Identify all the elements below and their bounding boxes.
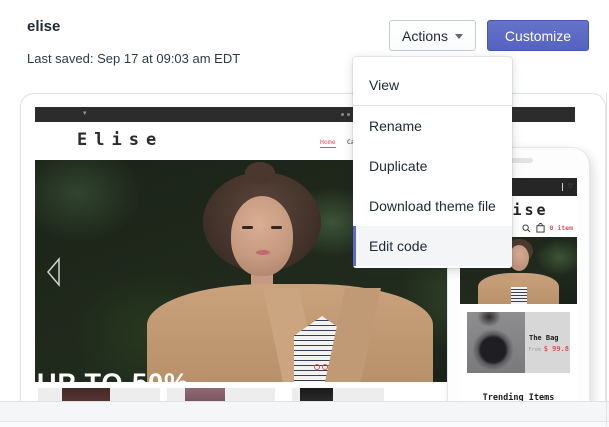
hero-woman-eye: [271, 226, 282, 229]
hero-woman-eye: [242, 226, 253, 229]
next-section-background: [0, 422, 609, 427]
menu-item-view[interactable]: View: [353, 65, 512, 105]
menu-item-edit-code[interactable]: Edit code: [353, 226, 512, 266]
hero-banner-text: UP TO 50%: [37, 368, 189, 382]
price-prefix: From: [529, 347, 544, 353]
hero-woman-lips: [256, 250, 270, 255]
announcement-right-icons: [341, 113, 351, 116]
cart-bag-icon: [536, 223, 545, 233]
menu-item-rename[interactable]: Rename: [353, 106, 512, 146]
theme-nav-home: Home: [320, 138, 336, 148]
product-price: From $ 99.8: [517, 345, 569, 353]
hero-shirt-glasses-print: [314, 364, 328, 370]
actions-button[interactable]: Actions: [389, 20, 476, 51]
customize-button[interactable]: Customize: [487, 20, 589, 51]
hero-striped-shirt: [511, 287, 527, 304]
heart-icon: ♡: [568, 183, 573, 190]
actions-dropdown-menu: View Rename Duplicate Download theme fil…: [353, 57, 512, 268]
cart-count-text: 0 item: [550, 224, 573, 232]
search-icon: [522, 224, 531, 233]
hero-woman-face: [509, 245, 529, 271]
actions-button-label: Actions: [402, 28, 448, 44]
carousel-prev-icon: [45, 256, 63, 288]
featured-product-card: The Bag From $ 99.8: [467, 312, 570, 373]
bottom-section-edge: [0, 401, 609, 426]
chevron-down-icon: [455, 34, 463, 39]
last-saved-text: Last saved: Sep 17 at 09:03 am EDT: [27, 51, 240, 66]
product-thumbnail: [292, 388, 384, 401]
hero-woman-bun: [245, 162, 275, 184]
product-thumbnail: [38, 388, 160, 401]
menu-item-duplicate[interactable]: Duplicate: [353, 146, 512, 186]
product-name: The Bag: [529, 334, 559, 342]
menu-item-download-theme-file[interactable]: Download theme file: [353, 186, 512, 226]
hero-woman-face: [231, 196, 293, 276]
divider: [562, 183, 563, 191]
backpack-product-image: [467, 312, 525, 373]
theme-logo: Elise: [77, 130, 163, 150]
price-value: $ 99.8: [544, 345, 569, 353]
page-title: elise: [27, 18, 60, 35]
content-right-border: [606, 93, 607, 426]
chevron-down-icon: ▾: [83, 110, 87, 118]
customize-button-label: Customize: [505, 28, 571, 44]
product-thumbnail: [167, 388, 275, 401]
